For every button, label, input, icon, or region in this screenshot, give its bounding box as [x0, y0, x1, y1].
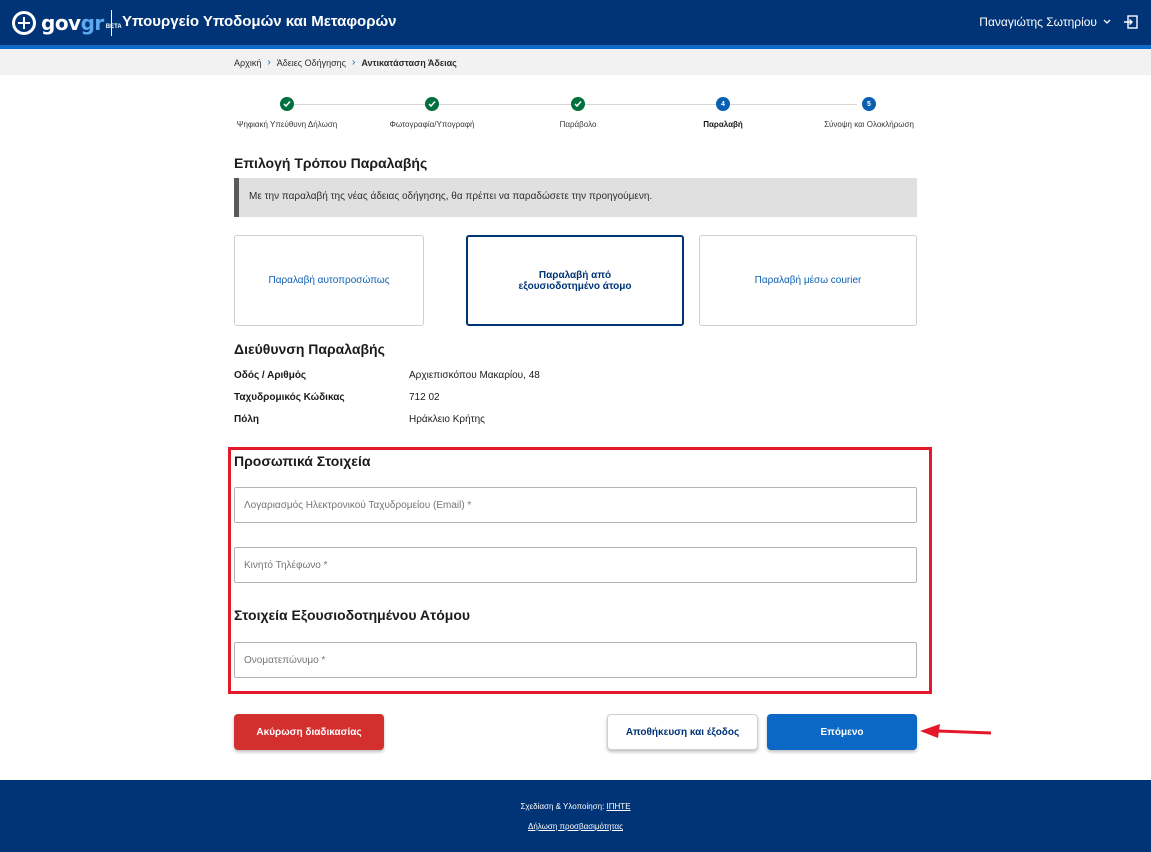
breadcrumb-current: Αντικατάσταση Άδειας [361, 57, 457, 68]
step-pickup: 4 Παραλαβή [663, 96, 783, 129]
save-and-exit-button[interactable]: Αποθήκευση και έξοδος [607, 714, 758, 750]
red-arrow-annotation [920, 724, 992, 738]
ministry-title: Υπουργείο Υποδομών και Μεταφορών [122, 13, 397, 30]
breadcrumb: Αρχική › Άδειες Οδήγησης › Αντικατάσταση… [234, 57, 457, 68]
step-summary: 5 Σύνοψη και Ολοκλήρωση [809, 96, 929, 129]
address-key: Οδός / Αριθμός [234, 370, 307, 381]
check-icon [425, 97, 439, 111]
logout-icon[interactable] [1123, 14, 1139, 30]
check-icon [280, 97, 294, 111]
personal-heading: Προσωπικά Στοιχεία [234, 453, 371, 469]
user-menu[interactable]: Παναγιώτης Σωτηρίου [979, 15, 1111, 29]
full-name-field[interactable] [234, 642, 917, 678]
cancel-process-button[interactable]: Ακύρωση διαδικασίας [234, 714, 384, 750]
next-button[interactable]: Επόμενο [767, 714, 917, 750]
chevron-right-icon: › [267, 57, 271, 68]
footer-design-prefix: Σχεδίαση & Υλοποίηση: [520, 802, 605, 811]
chevron-right-icon: › [352, 57, 356, 68]
address-key: Πόλη [234, 414, 259, 425]
logo-wordmark: govgr [41, 11, 104, 35]
step-number: 5 [862, 97, 876, 111]
option-courier[interactable]: Παραλαβή μέσω courier [699, 235, 917, 326]
address-value: Αρχιεπισκόπου Μακαρίου, 48 [409, 370, 540, 381]
option-authorized-person[interactable]: Παραλαβή από εξουσιοδοτημένο άτομο [466, 235, 684, 326]
step-label: Φωτογραφία/Υπογραφή [389, 120, 475, 129]
user-name: Παναγιώτης Σωτηρίου [979, 15, 1097, 29]
footer-design-link[interactable]: ΙΠΗΤΕ [607, 802, 631, 811]
breadcrumb-home[interactable]: Αρχική [234, 58, 261, 68]
step-label: Παράβολο [559, 120, 597, 129]
footer: Σχεδίαση & Υλοποίηση: ΙΠΗΤΕ Δήλωση προσβ… [0, 780, 1151, 852]
option-label: Παραλαβή από εξουσιοδοτημένο άτομο [518, 269, 632, 292]
option-in-person[interactable]: Παραλαβή αυτοπροσώπως [234, 235, 424, 326]
check-icon [571, 97, 585, 111]
header-divider [111, 10, 112, 36]
address-value: Ηράκλειο Κρήτης [409, 414, 485, 425]
footer-credits: Σχεδίαση & Υλοποίηση: ΙΠΗΤΕ [0, 802, 1151, 811]
address-value: 712 02 [409, 392, 440, 403]
top-header: govgr BETA Υπουργείο Υποδομών και Μεταφο… [0, 0, 1151, 45]
govgr-logo[interactable]: govgr BETA [12, 10, 122, 36]
step-fee: Παράβολο [518, 96, 638, 129]
footer-accessibility: Δήλωση προσβασιμότητας [0, 822, 1151, 831]
authorized-heading: Στοιχεία Εξουσιοδοτημένου Ατόμου [234, 607, 471, 623]
phone-field[interactable] [234, 547, 917, 583]
step-number: 4 [716, 97, 730, 111]
progress-stepper: Ψηφιακή Υπεύθυνη Δήλωση Φωτογραφία/Υπογρ… [234, 96, 917, 136]
beta-badge: BETA [105, 24, 122, 30]
step-label: Ψηφιακή Υπεύθυνη Δήλωση [236, 120, 338, 129]
accessibility-link[interactable]: Δήλωση προσβασιμότητας [528, 822, 623, 831]
step-label: Σύνοψη και Ολοκλήρωση [824, 120, 914, 129]
chevron-down-icon [1103, 19, 1111, 24]
email-field[interactable] [234, 487, 917, 523]
option-label: Παραλαβή αυτοπροσώπως [268, 275, 390, 286]
option-label: Παραλαβή μέσω courier [754, 275, 862, 286]
pickup-heading: Επιλογή Τρόπου Παραλαβής [234, 155, 428, 171]
step-label: Παραλαβή [703, 120, 743, 129]
address-key: Ταχυδρομικός Κώδικας [234, 392, 345, 403]
step-declaration: Ψηφιακή Υπεύθυνη Δήλωση [227, 96, 347, 129]
pickup-notice: Με την παραλαβή της νέας άδειας οδήγησης… [234, 178, 917, 217]
address-heading: Διεύθυνση Παραλαβής [234, 341, 385, 357]
breadcrumb-licenses[interactable]: Άδειες Οδήγησης [277, 58, 346, 68]
step-photo: Φωτογραφία/Υπογραφή [372, 96, 492, 129]
breadcrumb-bar: Αρχική › Άδειες Οδήγησης › Αντικατάσταση… [0, 49, 1151, 75]
greek-seal-icon [12, 11, 36, 35]
